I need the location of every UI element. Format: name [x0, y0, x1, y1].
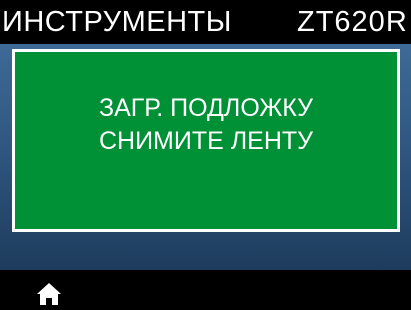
screen-title: ИНСТРУМЕНТЫ	[2, 6, 232, 38]
footer-bar	[0, 270, 411, 310]
message-line-1: ЗАГР. ПОДЛОЖКУ	[98, 94, 314, 122]
home-button[interactable]	[36, 282, 62, 306]
header-bar: ИНСТРУМЕНТЫ ZT620R	[0, 0, 411, 44]
printer-display: ИНСТРУМЕНТЫ ZT620R ЗАГР. ПОДЛОЖКУ СНИМИТ…	[0, 0, 411, 310]
alert-message-box: ЗАГР. ПОДЛОЖКУ СНИМИТЕ ЛЕНТУ	[12, 49, 400, 232]
message-line-2: СНИМИТЕ ЛЕНТУ	[98, 127, 314, 155]
main-panel: ЗАГР. ПОДЛОЖКУ СНИМИТЕ ЛЕНТУ	[0, 44, 411, 270]
printer-model: ZT620R	[297, 6, 408, 38]
home-icon	[37, 283, 61, 305]
